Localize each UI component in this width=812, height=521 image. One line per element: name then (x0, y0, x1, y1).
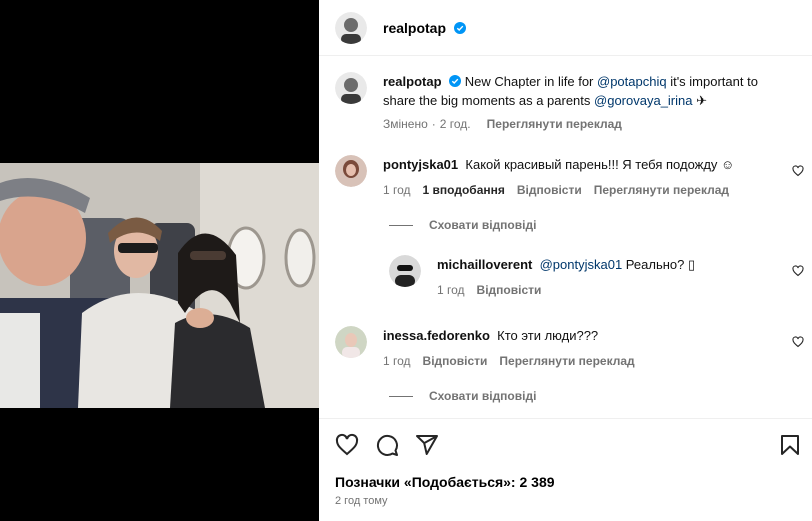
hide-replies-label[interactable]: Сховати відповіді (429, 218, 536, 232)
caption-meta: Змінено · 2 год. Переглянути переклад (383, 117, 796, 131)
author-avatar[interactable] (335, 11, 367, 44)
caption-edited: Змінено (383, 117, 428, 131)
hide-replies-button[interactable]: Сховати відповіді (389, 218, 536, 232)
caption-mention-potapchiq[interactable]: @potapchiq (597, 74, 667, 89)
post-details-panel: realpotap realpotap New Chapter in life … (319, 0, 812, 521)
author-name-wrap: realpotap (383, 20, 466, 36)
post-actions: Позначки «Подобається»: 2 389 2 год тому (319, 418, 812, 521)
replies-divider-line (389, 395, 413, 397)
caption-avatar[interactable] (335, 72, 367, 104)
reply-meta: 1 год Відповісти (437, 283, 796, 297)
commenter-avatar[interactable] (335, 326, 367, 358)
translate-link[interactable]: Переглянути переклад (499, 354, 634, 368)
comment-likes[interactable]: 1 вподобання (423, 183, 505, 197)
reply-like-heart-icon[interactable] (792, 265, 804, 277)
post-photo[interactable] (0, 163, 319, 408)
post-caption: realpotap New Chapter in life for @potap… (335, 72, 796, 131)
comment-meta: 1 год 1 вподобання Відповісти Переглянут… (383, 183, 796, 197)
airplane-emoji: ✈ (692, 93, 708, 108)
caption-separator: · (431, 117, 436, 131)
comment-like-heart-icon[interactable] (792, 336, 804, 348)
caption-translate-link[interactable]: Переглянути переклад (487, 117, 622, 131)
reply-button[interactable]: Відповісти (517, 183, 582, 197)
bookmark-icon[interactable] (778, 433, 802, 457)
hide-replies-button[interactable]: Сховати відповіді (389, 389, 536, 403)
media-pane (0, 0, 319, 521)
comment-username[interactable]: pontyjska01 (383, 157, 458, 172)
comment-text: pontyjska01 Какой красивый парень!!! Я т… (383, 155, 796, 174)
action-icons (335, 433, 439, 457)
comment-body: Какой красивый парень!!! Я тебя подожду … (465, 157, 735, 172)
reply-avatar[interactable] (389, 255, 421, 287)
post-header: realpotap (319, 0, 812, 56)
comment-username[interactable]: inessa.fedorenko (383, 328, 490, 343)
comment-item: inessa.fedorenko Кто эти люди??? 1 год В… (335, 326, 804, 368)
likes-count[interactable]: Позначки «Подобається»: 2 389 (335, 474, 555, 490)
reply-username[interactable]: michailloverent (437, 257, 532, 272)
comment-meta: 1 год Відповісти Переглянути переклад (383, 354, 796, 368)
reply-button[interactable]: Відповісти (423, 354, 488, 368)
replies-divider-line (389, 224, 413, 226)
commenter-avatar[interactable] (335, 155, 367, 187)
comment-text: inessa.fedorenko Кто эти люди??? (383, 326, 796, 345)
caption-username[interactable]: realpotap (383, 74, 442, 89)
comment-body: Кто эти люди??? (497, 328, 599, 343)
reply-body: Реально? ▯ (622, 257, 696, 272)
comment-icon[interactable] (375, 433, 399, 457)
post-time-ago[interactable]: 2 год тому (335, 495, 388, 507)
comment-time[interactable]: 1 год (383, 354, 411, 368)
caption-time[interactable]: 2 год. (440, 117, 471, 131)
author-username[interactable]: realpotap (383, 20, 446, 36)
comment-like-heart-icon[interactable] (792, 165, 804, 177)
reply-mention[interactable]: @pontyjska01 (540, 257, 623, 272)
comments-list[interactable]: realpotap New Chapter in life for @potap… (319, 57, 812, 417)
caption-text: realpotap New Chapter in life for @potap… (383, 72, 793, 110)
comment-item: pontyjska01 Какой красивый парень!!! Я т… (335, 155, 804, 197)
reply-text: michailloverent @pontyjska01 Реально? ▯ (437, 255, 796, 274)
comment-time[interactable]: 1 год (383, 183, 411, 197)
reply-reply-button[interactable]: Відповісти (477, 283, 542, 297)
caption-part-1: New Chapter in life for (464, 74, 597, 89)
translate-link[interactable]: Переглянути переклад (594, 183, 729, 197)
hide-replies-label[interactable]: Сховати відповіді (429, 389, 536, 403)
share-icon[interactable] (415, 433, 439, 457)
verified-badge-icon (453, 21, 466, 34)
reply-item: michailloverent @pontyjska01 Реально? ▯ … (389, 255, 804, 297)
instagram-post-modal: realpotap realpotap New Chapter in life … (0, 0, 812, 521)
heart-icon[interactable] (335, 433, 359, 457)
caption-mention-gorovaya[interactable]: @gorovaya_irina (594, 93, 692, 108)
reply-time[interactable]: 1 год (437, 283, 465, 297)
verified-badge-icon (449, 75, 462, 87)
